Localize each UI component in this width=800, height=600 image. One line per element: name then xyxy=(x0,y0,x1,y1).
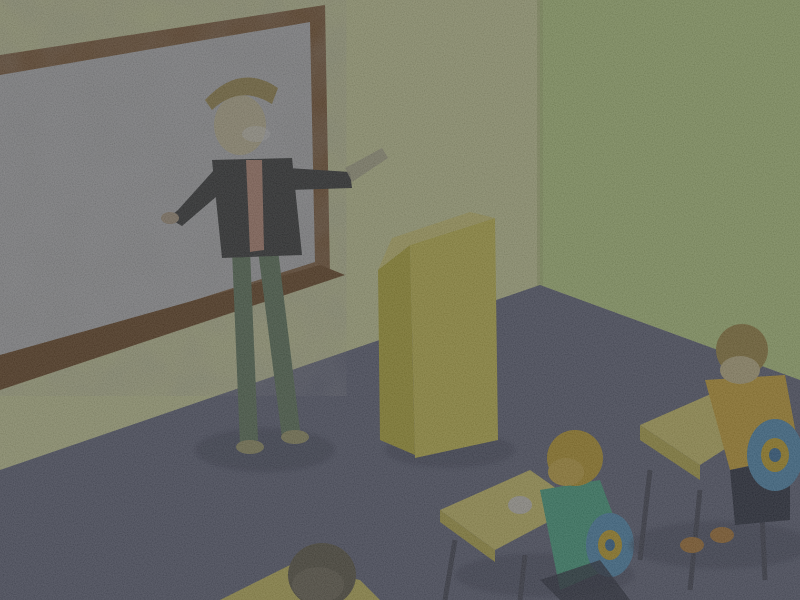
classroom-scene xyxy=(0,0,800,600)
game-viewport[interactable] xyxy=(0,0,800,600)
